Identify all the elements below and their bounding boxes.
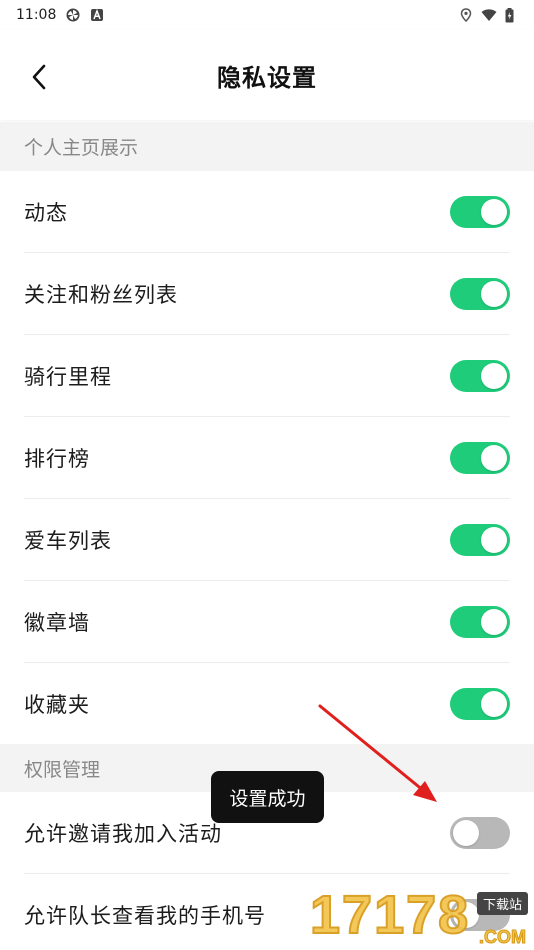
setting-label: 关注和粉丝列表 <box>24 283 178 307</box>
status-bar: 11:08 <box>0 0 534 30</box>
setting-row-favorites: 收藏夹 <box>0 663 534 745</box>
a-badge-icon <box>91 8 104 21</box>
setting-row-activity: 动态 <box>0 171 534 253</box>
toggle-knob <box>481 609 507 635</box>
chevron-left-icon <box>32 64 46 90</box>
setting-label: 爱车列表 <box>24 529 112 553</box>
toggle-knob <box>453 820 479 846</box>
setting-label: 徽章墙 <box>24 611 90 635</box>
toggle-knob <box>481 281 507 307</box>
setting-label: 动态 <box>24 201 68 225</box>
setting-row-bikes: 爱车列表 <box>0 499 534 581</box>
toggle-switch[interactable] <box>450 606 510 638</box>
toggle-switch[interactable] <box>450 817 510 849</box>
setting-label: 允许邀请我加入活动 <box>24 822 222 846</box>
wifi-icon <box>481 9 497 21</box>
setting-row-mileage: 骑行里程 <box>0 335 534 417</box>
toggle-switch[interactable] <box>450 196 510 228</box>
setting-label: 收藏夹 <box>24 693 90 717</box>
toggle-knob <box>481 363 507 389</box>
section-title: 权限管理 <box>24 758 101 781</box>
toggle-knob <box>481 691 507 717</box>
section-title: 个人主页展示 <box>24 137 139 159</box>
toggle-knob <box>481 199 507 225</box>
status-time: 11:08 <box>16 7 57 23</box>
status-left: 11:08 <box>16 7 104 23</box>
toggle-switch[interactable] <box>450 278 510 310</box>
watermark-logo: 17178 下载站 .COM <box>309 878 534 950</box>
toggle-knob <box>481 527 507 553</box>
toggle-switch[interactable] <box>450 360 510 392</box>
toggle-switch[interactable] <box>450 442 510 474</box>
setting-row-ranking: 排行榜 <box>0 417 534 499</box>
watermark-number: 17178 <box>309 884 471 946</box>
toggle-switch[interactable] <box>450 688 510 720</box>
setting-label: 骑行里程 <box>24 365 112 389</box>
status-right <box>459 7 514 23</box>
toggle-switch[interactable] <box>450 524 510 556</box>
back-button[interactable] <box>24 62 54 92</box>
page-title: 隐私设置 <box>217 63 317 92</box>
toast-message: 设置成功 <box>211 771 324 823</box>
toggle-knob <box>481 445 507 471</box>
pinwheel-icon <box>66 8 80 22</box>
app-header: 隐私设置 <box>0 30 534 120</box>
section-header-profile-display: 个人主页展示 <box>0 122 534 171</box>
watermark-badge: 下载站 <box>476 892 528 915</box>
setting-label: 排行榜 <box>24 447 90 471</box>
setting-row-badges: 徽章墙 <box>0 581 534 663</box>
setting-label: 允许队长查看我的手机号 <box>24 904 266 928</box>
setting-row-follow-fans: 关注和粉丝列表 <box>0 253 534 335</box>
location-icon <box>460 8 472 22</box>
battery-icon <box>505 7 514 22</box>
watermark-domain: .COM <box>479 927 527 948</box>
